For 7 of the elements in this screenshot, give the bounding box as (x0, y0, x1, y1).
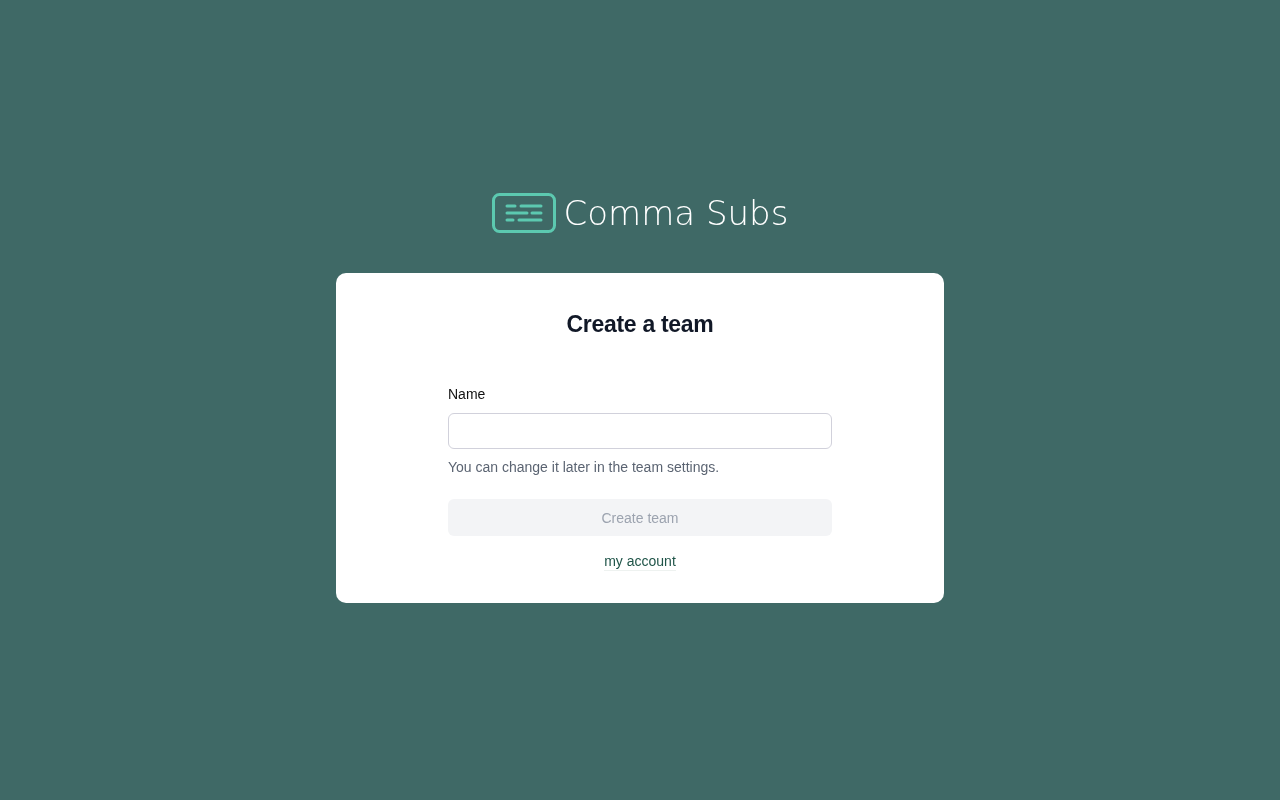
name-input-field[interactable] (448, 413, 832, 449)
card-title: Create a team (565, 311, 715, 338)
field-hint: You can change it later in the team settings. (448, 459, 721, 475)
logo-icon (491, 193, 556, 233)
field-label: Name (448, 386, 487, 402)
account-link[interactable]: my account (604, 553, 676, 571)
brand-name: Comma Subs (563, 193, 789, 233)
